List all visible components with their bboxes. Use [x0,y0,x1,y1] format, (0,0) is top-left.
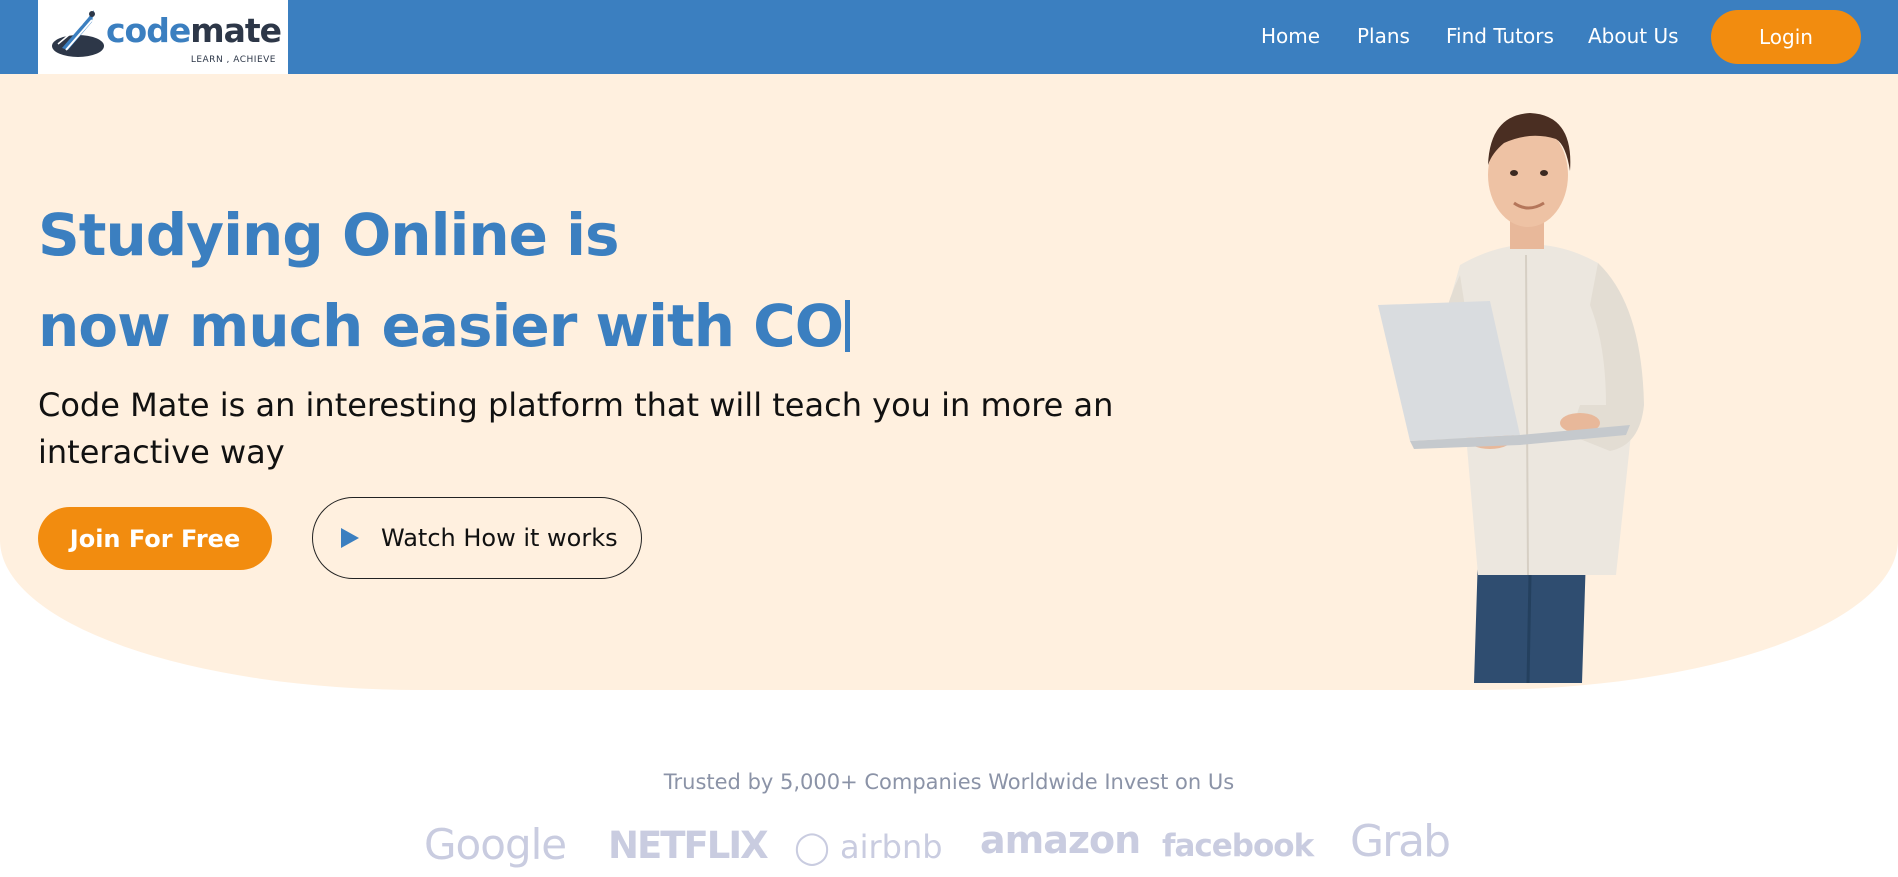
trusted-by-text: Trusted by 5,000+ Companies Worldwide In… [663,770,1235,794]
login-button[interactable]: Login [1711,10,1861,64]
hero-title-line1: Studying Online is [38,201,620,269]
netflix-logo: NETFLIX [608,824,769,867]
watch-button-label: Watch How it works [381,524,618,552]
nav-home[interactable]: Home [1261,24,1320,48]
hero-title-line2: now much easier with CO [38,292,844,360]
play-icon [341,528,359,548]
grab-logo: Grab [1350,816,1451,867]
google-logo: Google [424,820,567,869]
watch-how-it-works-button[interactable]: Watch How it works [312,497,642,579]
amazon-logo: amazon [980,818,1141,862]
nav-links: Home Plans Find Tutors About Us [0,0,1898,74]
hero-subtitle: Code Mate is an interesting platform tha… [38,386,1114,471]
join-for-free-button[interactable]: Join For Free [38,507,272,570]
nav-find-tutors[interactable]: Find Tutors [1446,24,1554,48]
nav-plans[interactable]: Plans [1357,24,1410,48]
typing-cursor [845,300,851,352]
hero-title: Studying Online is now much easier with … [38,190,851,372]
airbnb-logo: airbnb [839,828,943,866]
facebook-logo: facebook [1162,828,1314,864]
hero-title-line2-wrap: now much easier with CO [38,281,851,372]
airbnb-mark-icon: ◯ [794,828,830,866]
nav-about-us[interactable]: About Us [1588,24,1679,48]
airbnb-logo-wrap: ◯ airbnb [794,828,943,866]
hero-person-image [1378,113,1644,683]
navbar: codemate LEARN , ACHIEVE Home Plans Find… [0,0,1898,74]
